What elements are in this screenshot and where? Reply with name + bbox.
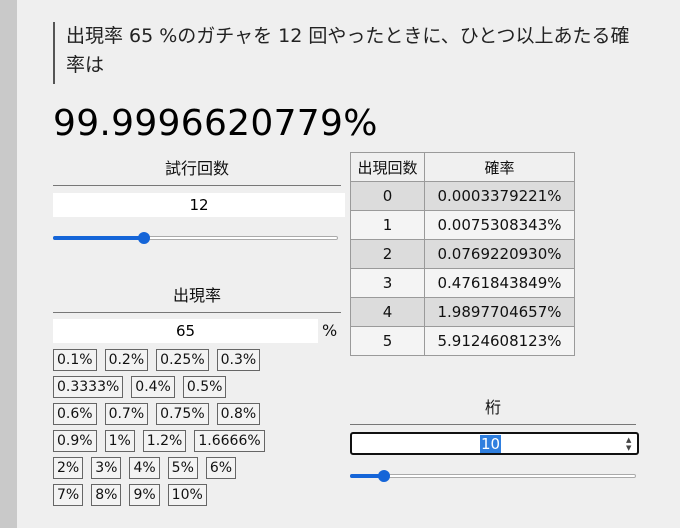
probability-cell: 0.0769220930% [424,239,575,269]
rate-preset-button[interactable]: 6% [205,457,237,479]
count-cell: 3 [350,268,425,298]
rate-preset-button[interactable]: 0.5% [182,376,227,398]
rate-preset-button[interactable]: 0.7% [104,403,149,425]
rate-preset-button[interactable]: 0.2% [104,349,149,371]
count-cell: 2 [350,239,425,269]
rate-preset-button[interactable]: 4% [129,457,160,479]
rate-preset-button[interactable]: 1.6666% [194,430,265,452]
table-row: 5 5.9124608123% [350,326,575,356]
digits-slider-thumb[interactable] [378,470,391,482]
table-header-row: 出現回数 確率 [350,152,575,182]
rate-preset-button[interactable]: 0.4% [131,376,175,398]
table-row: 2 0.0769220930% [350,239,575,269]
header-count: 出現回数 [350,152,425,182]
probability-cell: 5.9124608123% [424,326,575,356]
trials-input[interactable] [53,193,345,217]
rate-preset-button[interactable]: 0.25% [156,349,209,371]
rate-preset-button[interactable]: 0.3333% [53,376,124,398]
table-row: 4 1.9897704657% [350,297,575,327]
left-scroll-gutter [0,0,17,528]
preset-row: 7% 8% 9% 10% [53,484,343,506]
rate-preset-button[interactable]: 0.3% [216,349,261,371]
rate-title: 出現率 [53,285,341,313]
rate-preset-button[interactable]: 3% [91,457,122,479]
trials-slider[interactable] [53,231,338,245]
preset-row: 0.6% 0.7% 0.75% 0.8% [53,403,343,425]
rate-preset-button[interactable]: 1% [104,430,135,452]
table-row: 3 0.4761843849% [350,268,575,298]
rate-preset-button[interactable]: 8% [91,484,122,506]
probability-cell: 0.0075308343% [424,210,575,240]
digits-slider[interactable] [350,469,636,483]
rate-preset-button[interactable]: 9% [129,484,160,506]
probability-cell: 0.4761843849% [424,268,575,298]
spinner-arrows-icon[interactable]: ▲ ▼ [626,436,634,452]
trials-slider-thumb[interactable] [138,232,151,244]
trials-slider-fill [53,236,145,240]
question-text: 出現率 65 %のガチャを 12 回やったときに、ひとつ以上あたる確率は [53,22,638,84]
rate-unit: % [322,321,338,340]
count-cell: 5 [350,326,425,356]
rate-preset-button[interactable]: 1.2% [142,430,187,452]
preset-row: 0.1% 0.2% 0.25% 0.3% [53,349,343,371]
trials-title: 試行回数 [53,158,341,186]
table-row: 1 0.0075308343% [350,210,575,240]
rate-preset-button[interactable]: 0.6% [53,403,97,425]
table-row: 0 0.0003379221% [350,181,575,211]
digits-title: 桁 [350,397,636,425]
rate-preset-grid: 0.1% 0.2% 0.25% 0.3% 0.3333% 0.4% 0.5% 0.6% 0.7%… [53,349,343,511]
result-probability: 99.9996620779% [53,103,378,144]
count-cell: 0 [350,181,425,211]
rate-input[interactable] [53,319,318,343]
digits-number-input[interactable]: 10 ▲ ▼ [350,432,639,455]
count-cell: 4 [350,297,425,327]
rate-preset-button[interactable]: 7% [53,484,84,506]
rate-preset-button[interactable]: 0.8% [216,403,261,425]
rate-preset-button[interactable]: 5% [167,457,198,479]
rate-preset-button[interactable]: 0.9% [53,430,97,452]
rate-preset-button[interactable]: 0.75% [156,403,209,425]
digits-value: 10 [480,435,502,453]
count-cell: 1 [350,210,425,240]
preset-row: 0.9% 1% 1.2% 1.6666% [53,430,343,452]
rate-preset-button[interactable]: 0.1% [53,349,97,371]
header-probability: 確率 [424,152,575,182]
rate-preset-button[interactable]: 10% [167,484,207,506]
preset-row: 0.3333% 0.4% 0.5% [53,376,343,398]
preset-row: 2% 3% 4% 5% 6% [53,457,343,479]
digits-slider-track [350,474,636,478]
probability-cell: 1.9897704657% [424,297,575,327]
probability-table: 出現回数 確率 0 0.0003379221% 1 0.0075308343% 2 0.0… [350,152,575,356]
rate-preset-button[interactable]: 2% [53,457,84,479]
probability-cell: 0.0003379221% [424,181,575,211]
